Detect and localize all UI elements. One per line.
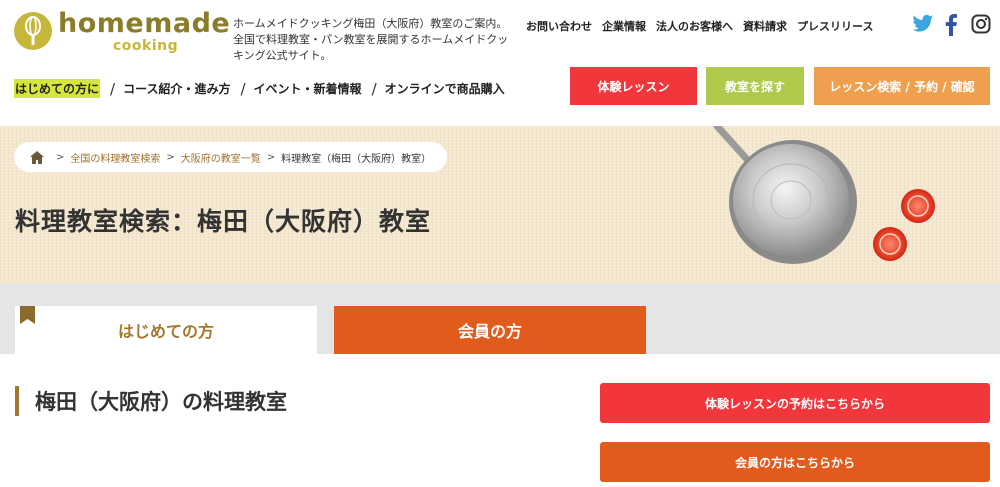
breadcrumb-separator: > xyxy=(166,151,175,163)
breadcrumb-separator: > xyxy=(266,151,276,163)
home-icon[interactable] xyxy=(30,150,44,164)
nav-separator: / xyxy=(371,79,377,98)
nav-events[interactable]: イベント・新着情報 xyxy=(254,80,362,97)
nav-separator: / xyxy=(110,79,116,98)
find-classroom-button[interactable]: 教室を探す xyxy=(706,67,804,105)
nav-beginners[interactable]: はじめての方に xyxy=(14,79,101,98)
lesson-search-button[interactable]: レッスン検索 / 予約 / 確認 xyxy=(814,67,990,105)
util-link-corporate[interactable]: 法人のお客様へ xyxy=(656,18,733,34)
facebook-icon[interactable] xyxy=(945,14,957,36)
whisk-logo-icon xyxy=(14,12,52,50)
instagram-icon[interactable] xyxy=(971,14,991,36)
page-title: 料理教室検索：梅田（大阪府）教室 xyxy=(15,207,432,236)
tab-first-time[interactable]: はじめての方 xyxy=(15,306,317,354)
hero-banner: > 全国の料理教室検索 > 大阪府の教室一覧 > 料理教室（梅田（大阪府）教室）… xyxy=(0,126,1000,284)
breadcrumb-item-osaka[interactable]: 大阪府の教室一覧 xyxy=(181,150,261,165)
member-entry-button[interactable]: 会員の方はこちらから xyxy=(600,442,990,482)
util-link-press[interactable]: プレスリリース xyxy=(797,18,873,34)
tab-members[interactable]: 会員の方 xyxy=(334,306,646,354)
reserve-trial-button[interactable]: 体験レッスンの予約はこちらから xyxy=(600,383,990,423)
tab-members-label: 会員の方 xyxy=(457,322,522,341)
breadcrumb-item-current: 料理教室（梅田（大阪府）教室） xyxy=(281,153,432,165)
nav-online-shop[interactable]: オンラインで商品購入 xyxy=(385,80,505,97)
twitter-icon[interactable] xyxy=(912,14,934,36)
util-link-contact[interactable]: お問い合わせ xyxy=(526,18,592,34)
logo-brand-text: homemade xyxy=(58,8,231,39)
logo-sub-text: cooking xyxy=(113,38,179,54)
utility-links: お問い合わせ 企業情報 法人のお客様へ 資料請求 プレスリリース xyxy=(526,18,873,34)
util-link-brochure[interactable]: 資料請求 xyxy=(743,18,787,34)
bookmark-icon xyxy=(20,306,35,324)
nav-separator: / xyxy=(240,79,246,98)
section-title: 梅田（大阪府）の料理教室 xyxy=(15,386,287,416)
main-nav: はじめての方に / コース紹介・進み方 / イベント・新着情報 / オンラインで… xyxy=(14,79,505,98)
site-logo[interactable]: homemade cooking xyxy=(14,8,230,54)
site-intro-text: ホームメイドクッキング梅田（大阪府）教室のご案内。全国で料理教室・パン教室を展開… xyxy=(233,17,509,62)
nav-courses[interactable]: コース紹介・進み方 xyxy=(123,80,230,97)
site-header: homemade cooking ホームメイドクッキング梅田（大阪府）教室のご案… xyxy=(0,0,1000,126)
util-link-company[interactable]: 企業情報 xyxy=(602,18,646,34)
breadcrumb: > 全国の料理教室検索 > 大阪府の教室一覧 > 料理教室（梅田（大阪府）教室） xyxy=(14,142,448,172)
breadcrumb-separator: > xyxy=(56,151,65,163)
user-type-tabs: はじめての方 会員の方 xyxy=(0,284,1000,354)
tab-first-time-label: はじめての方 xyxy=(117,322,214,341)
frying-pan-image xyxy=(713,126,935,264)
trial-lesson-button[interactable]: 体験レッスン xyxy=(570,67,697,105)
breadcrumb-item-national[interactable]: 全国の料理教室検索 xyxy=(70,150,160,165)
